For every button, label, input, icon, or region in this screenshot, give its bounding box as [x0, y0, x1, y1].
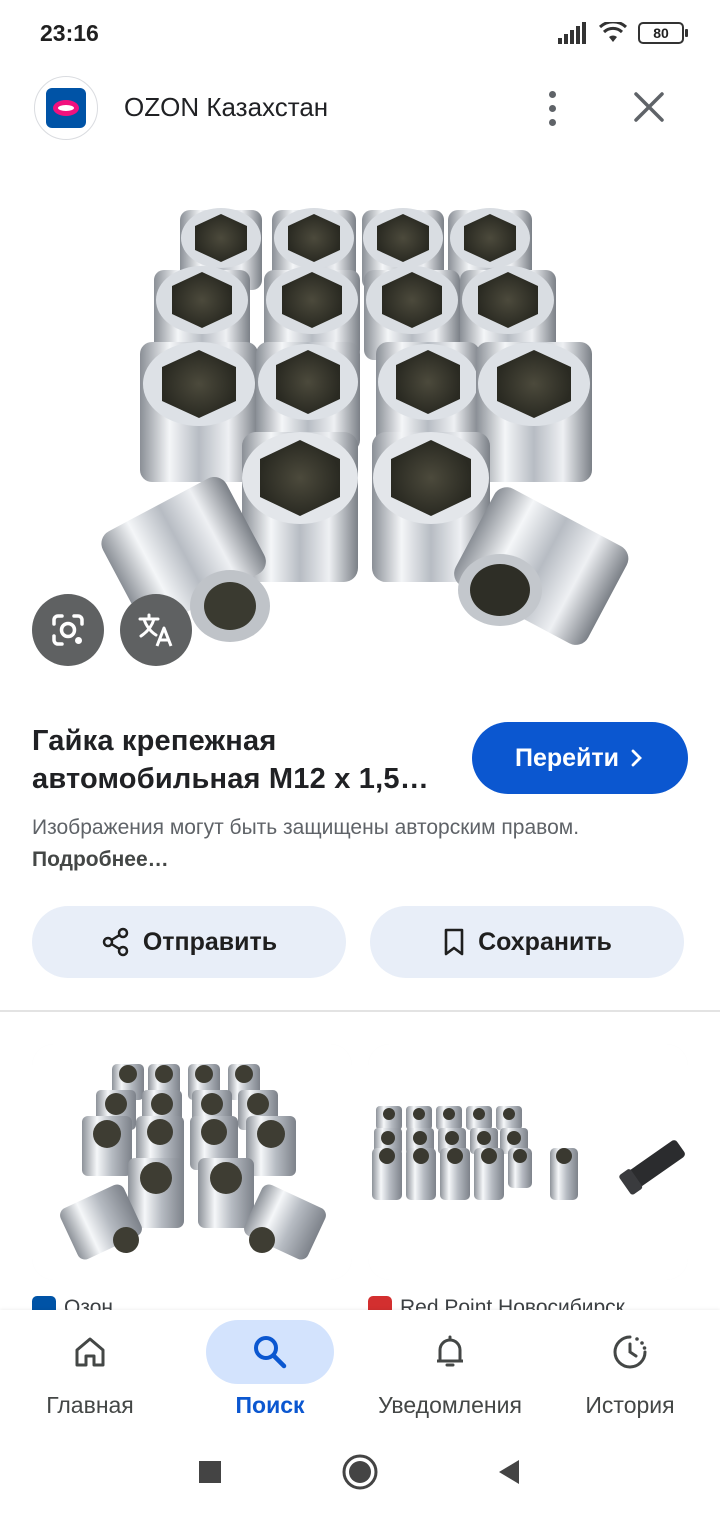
signal-icon: [558, 22, 586, 44]
lug-nuts-image: [101, 208, 629, 645]
learn-more-link[interactable]: Подробнее…: [32, 848, 169, 871]
more-options-button[interactable]: [530, 84, 574, 132]
save-button[interactable]: Сохранить: [370, 906, 684, 978]
nav-search[interactable]: Поиск: [180, 1310, 360, 1424]
google-lens-button[interactable]: [32, 594, 104, 666]
battery-indicator: 80: [638, 22, 688, 44]
status-icons: 80: [558, 22, 688, 44]
share-icon: [102, 927, 129, 957]
status-bar: 23:16 80: [0, 0, 720, 70]
nav-label: Поиск: [235, 1392, 305, 1418]
copyright-notice: Изображения могут быть защищены авторски…: [32, 812, 632, 876]
header: OZON Казахстан: [0, 70, 720, 144]
site-logo: [34, 76, 98, 140]
translate-icon: [138, 613, 173, 647]
product-image[interactable]: [0, 170, 720, 690]
bell-icon: [437, 1335, 463, 1367]
square-icon: [199, 1461, 221, 1483]
back-triangle-icon: [499, 1460, 519, 1484]
chevron-right-icon: [631, 749, 642, 767]
close-button[interactable]: [626, 84, 672, 130]
close-icon: [634, 92, 664, 122]
related-nuts-image: [32, 1044, 352, 1280]
home-system-button[interactable]: [340, 1452, 380, 1492]
nav-label: Уведомления: [378, 1392, 522, 1418]
related-nuts-set-image: [368, 1044, 688, 1280]
save-label: Сохранить: [478, 927, 612, 956]
copyright-text: Изображения могут быть защищены авторски…: [32, 816, 580, 839]
nav-history[interactable]: История: [540, 1310, 720, 1424]
history-icon: [613, 1335, 647, 1369]
search-icon: [254, 1336, 287, 1369]
product-title[interactable]: Гайка крепежная автомобильная M12 x 1,5…: [32, 722, 452, 798]
wifi-icon: [598, 22, 628, 42]
bookmark-icon: [444, 928, 464, 956]
translate-button[interactable]: [120, 594, 192, 666]
section-divider: [0, 1010, 720, 1012]
visit-button[interactable]: Перейти: [472, 722, 688, 794]
recents-button[interactable]: [190, 1452, 230, 1492]
back-button[interactable]: [488, 1452, 528, 1492]
more-vert-icon: [548, 90, 556, 98]
nav-label: История: [585, 1392, 675, 1418]
nav-home[interactable]: Главная: [0, 1310, 180, 1424]
related-result-image[interactable]: [368, 1044, 688, 1280]
circle-home-icon: [342, 1454, 378, 1490]
related-result-image[interactable]: [32, 1044, 352, 1280]
status-time: 23:16: [40, 20, 99, 46]
visit-label: Перейти: [514, 743, 620, 772]
nav-label: Главная: [46, 1392, 134, 1418]
site-title: OZON Казахстан: [124, 92, 329, 122]
system-navigation-bar: [0, 1424, 720, 1520]
nav-notifications[interactable]: Уведомления: [360, 1310, 540, 1424]
ozon-logo-icon: [46, 88, 86, 128]
bottom-navigation: Главная Поиск Уведомления История: [0, 1310, 720, 1424]
share-label: Отправить: [142, 927, 278, 956]
lens-icon: [52, 614, 84, 646]
home-icon: [75, 1337, 105, 1367]
share-button[interactable]: Отправить: [32, 906, 346, 978]
